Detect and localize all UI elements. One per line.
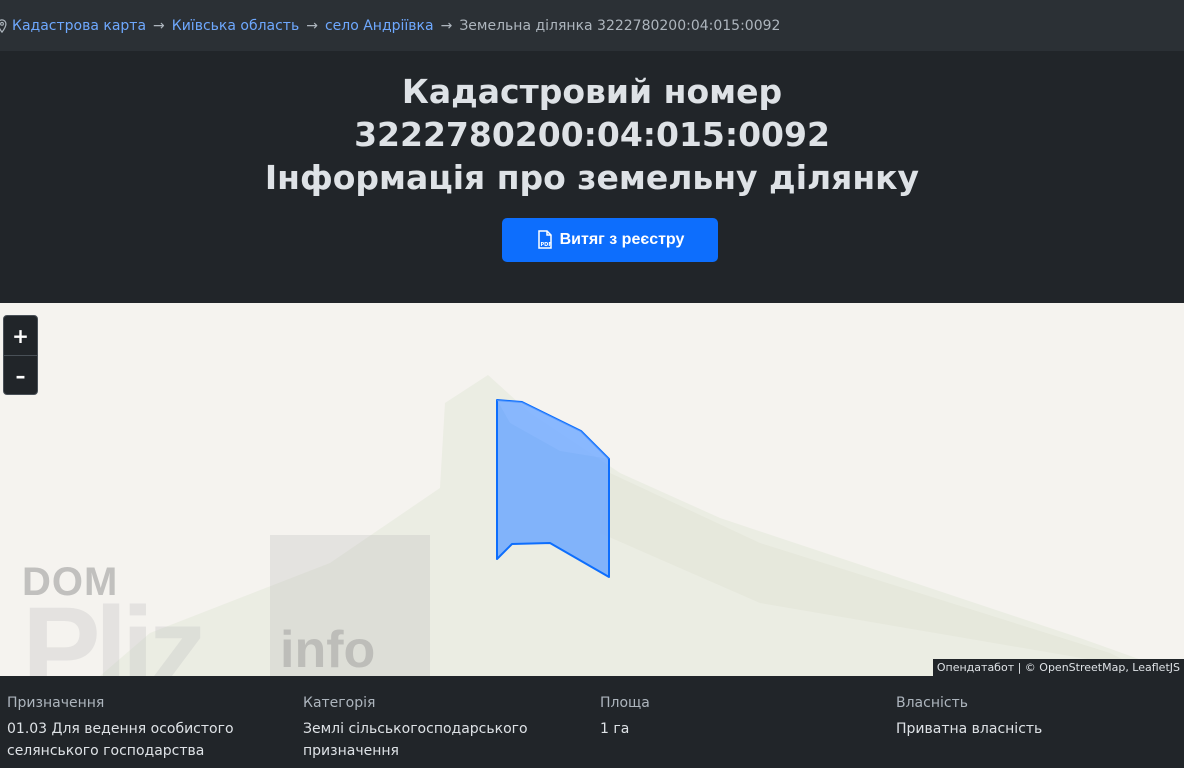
info-value: Приватна власність xyxy=(896,721,1043,737)
breadcrumb-separator: → xyxy=(440,17,453,34)
title-line-cadastral-number-label: Кадастровий номер xyxy=(401,72,783,111)
zoom-out-button[interactable]: – xyxy=(4,356,37,394)
breadcrumb-link-village[interactable]: село Андріївка xyxy=(325,18,434,34)
info-ownership: Власність Приватна власність xyxy=(896,694,1156,740)
info-label: Призначення xyxy=(7,695,105,711)
breadcrumb-link-region[interactable]: Київська область xyxy=(172,18,299,34)
breadcrumb-separator: → xyxy=(306,17,318,34)
breadcrumb-separator: → xyxy=(153,17,165,34)
svg-text:PDF: PDF xyxy=(540,242,551,248)
info-value: 1 га xyxy=(600,721,630,737)
breadcrumb: Кадастрова карта → Київська область → се… xyxy=(0,0,1184,51)
map-view[interactable]: + – Опендатабот | © OpenStreetMap, Leafl… xyxy=(0,303,1184,676)
breadcrumb-link-cadastral-map[interactable]: Кадастрова карта xyxy=(12,18,146,34)
map-terrain xyxy=(100,375,1150,676)
info-value: 01.03 Для ведення особистого селянського… xyxy=(7,721,234,759)
registry-extract-button[interactable]: PDF Витяг з реєстру xyxy=(502,218,718,262)
pdf-file-icon: PDF xyxy=(537,230,552,249)
title-line-cadastral-number: 3222780200:04:015:0092 xyxy=(354,115,830,154)
zoom-in-button[interactable]: + xyxy=(4,316,37,355)
breadcrumb-current: Земельна ділянка 3222780200:04:015:0092 xyxy=(459,17,781,34)
info-area: Площа 1 га xyxy=(600,694,860,740)
location-pin-icon xyxy=(0,18,7,33)
page-title: Кадастровий номер 3222780200:04:015:0092… xyxy=(0,51,1184,199)
title-line-info: Інформація про земельну ділянку xyxy=(264,158,920,197)
info-label: Категорія xyxy=(303,695,376,711)
zoom-control: + – xyxy=(3,315,38,395)
registry-extract-label: Витяг з реєстру xyxy=(559,231,685,248)
info-category: Категорія Землі сільськогосподарського п… xyxy=(303,694,563,762)
map-attribution[interactable]: Опендатабот | © OpenStreetMap, LeafletJS xyxy=(932,659,1184,676)
parcel-info: Призначення 01.03 Для ведення особистого… xyxy=(0,676,1184,768)
info-label: Власність xyxy=(896,695,968,711)
info-label: Площа xyxy=(600,695,650,711)
page-header: Кадастровий номер 3222780200:04:015:0092… xyxy=(0,51,1184,303)
info-value: Землі сільськогосподарського призначення xyxy=(303,721,528,759)
info-purpose: Призначення 01.03 Для ведення особистого… xyxy=(7,694,267,762)
